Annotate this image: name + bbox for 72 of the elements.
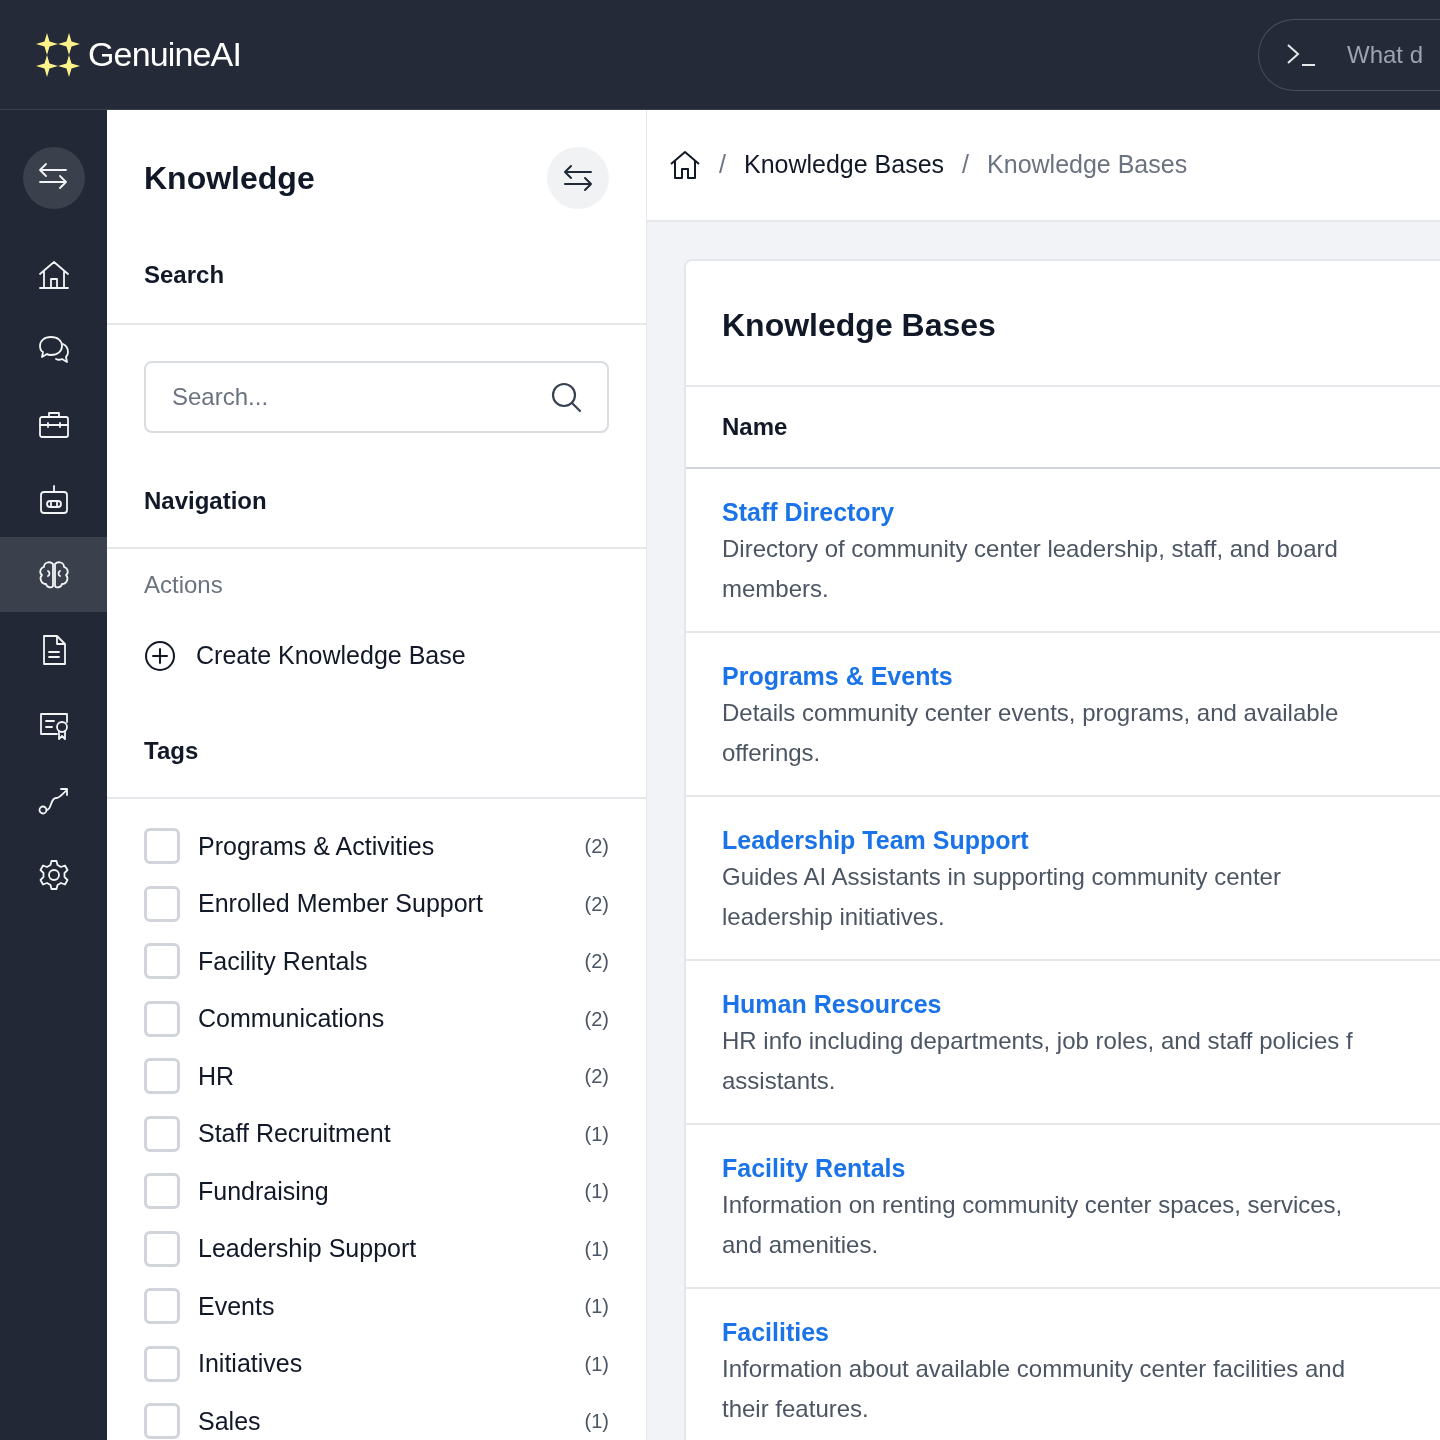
tag-count: (1) [584,1236,609,1262]
checkbox[interactable] [144,1000,180,1037]
panel-title: Knowledge [144,159,315,198]
actions-label: Actions [144,571,223,598]
checkbox[interactable] [144,1345,180,1382]
tag-label[interactable]: Staff Recruitment [198,1115,391,1153]
tag-count: (1) [584,1179,609,1205]
checkbox[interactable] [144,1403,180,1440]
sparkle-logo-icon [36,32,80,77]
knowledge-base-link[interactable]: Leadership Team Support [722,823,1440,857]
robot-icon [37,483,70,516]
description-text: Information about available community center facilities and their features. [722,1354,1346,1424]
knowledge-base-link[interactable]: Facilities [722,1315,1440,1349]
swap-arrows-icon [563,164,593,192]
checkbox[interactable] [144,885,180,922]
tag-label[interactable]: Leadership Support [198,1230,417,1268]
knowledge-base-link[interactable]: Human Resources [722,987,1440,1021]
tag-label[interactable]: Fundraising [198,1172,329,1210]
breadcrumb-separator: / [962,149,970,181]
tag-count: (1) [584,1294,609,1320]
checkbox[interactable] [144,1173,180,1210]
knowledge-base-link[interactable]: Staff Directory [722,495,1440,529]
tag-label[interactable]: Facility Rentals [198,942,368,980]
tag-count: (1) [584,1121,609,1147]
description-text: Information on renting community center spaces, services, and amenities. [722,1190,1344,1260]
card-title: Knowledge Bases [722,306,997,345]
breadcrumb-current: Knowledge Bases [987,149,1188,181]
tag-label[interactable]: Sales [198,1402,261,1440]
search-field[interactable]: Search... [144,361,609,433]
tag-label[interactable]: Communications [198,1000,385,1038]
home-icon[interactable] [669,149,701,181]
tag-count: (2) [584,1064,609,1090]
checkbox[interactable] [144,1058,180,1095]
description-text: Directory of community center leadership, staff, and board members. [722,534,1339,604]
sidebar-nav-button[interactable] [0,537,107,612]
checkbox[interactable] [144,1288,180,1325]
prompt-field[interactable]: What d [1258,18,1440,91]
search-icon [550,381,582,413]
column-header: Name [722,413,788,440]
brain-icon [37,558,70,591]
description-text: Guides AI Assistants in supporting community center leadership initiatives. [722,862,1282,932]
create-knowledge-base-link[interactable]: Create Knowledge Base [144,637,609,675]
settings-icon [37,858,70,891]
checkbox[interactable] [144,828,180,865]
tag-count: (2) [584,949,609,975]
tag-count: (2) [584,891,609,917]
chat-bubbles-icon [37,333,70,366]
description-text: HR info including departments, job roles, and staff policies f assistants. [722,1026,1354,1096]
section-heading: Search [144,260,226,290]
knowledge-base-link[interactable]: Programs & Events [722,659,1440,693]
checkbox[interactable] [144,943,180,980]
checkbox[interactable] [144,1230,180,1267]
terminal-icon [1286,42,1316,67]
tag-count: (1) [584,1409,609,1435]
brand-name: GenuineAI [88,34,242,75]
home-icon [37,258,70,291]
tag-label[interactable]: Events [198,1287,275,1325]
description-text: Details community center events, programs, and available offerings. [722,698,1340,768]
tag-count: (1) [584,1351,609,1377]
breadcrumb-link[interactable]: Knowledge Bases [743,146,945,184]
checkbox[interactable] [144,1115,180,1152]
tag-label[interactable]: Enrolled Member Support [198,885,483,923]
tag-count: (2) [584,834,609,860]
tag-label[interactable]: HR [198,1057,235,1095]
tag-count: (2) [584,1006,609,1032]
plus-circle-icon [144,639,176,672]
tag-label[interactable]: Programs & Activities [198,827,435,865]
section-heading: Navigation [144,486,268,516]
knowledge-base-link[interactable]: Facility Rentals [722,1151,1440,1185]
tag-label[interactable]: Initiatives [198,1345,303,1383]
section-heading: Tags [144,735,200,766]
breadcrumb-separator: / [719,149,726,181]
